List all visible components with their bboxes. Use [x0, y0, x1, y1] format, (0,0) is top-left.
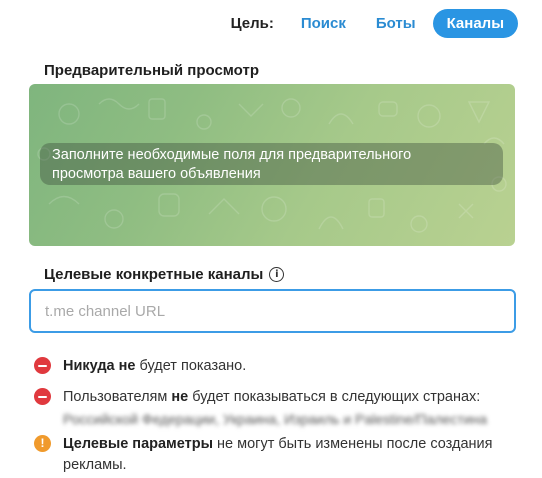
notice-body: Пользователям не будет показываться в сл… [63, 387, 487, 427]
notice-text: Целевые параметры не могут быть изменены… [63, 436, 493, 473]
notice-excluded-countries: Пользователям не будет показываться в сл… [34, 387, 522, 427]
target-option-bots[interactable]: Боты [363, 9, 429, 38]
excluded-countries-list: Российской Федерации, Украина, Израиль и… [63, 411, 488, 427]
notice-text: Пользователям не будет показываться в сл… [63, 389, 481, 405]
notice-text: Никуда не будет показано. [63, 358, 247, 374]
notice-nowhere-shown: Никуда не будет показано. [34, 356, 522, 377]
minus-circle-icon [34, 388, 51, 405]
minus-circle-icon [34, 357, 51, 374]
channels-section-title: Целевые конкретные каналы i [44, 266, 285, 283]
preview-message-line-1: Заполните необходимые поля для предварит… [52, 147, 412, 163]
targeting-segmented-control: Цель: Поиск Боты Каналы [231, 8, 518, 38]
ad-preview-panel: Заполните необходимые поля для предварит… [29, 84, 515, 246]
exclamation-circle-icon: ! [34, 435, 51, 452]
target-option-channels[interactable]: Каналы [432, 8, 518, 38]
channels-title-text: Целевые конкретные каналы [44, 266, 264, 283]
preview-title: Предварительный просмотр [44, 62, 259, 79]
target-option-search[interactable]: Поиск [288, 9, 359, 38]
preview-placeholder-message: Заполните необходимые поля для предварит… [40, 143, 503, 185]
preview-message-line-2: просмотра вашего объявления [52, 166, 261, 182]
channel-url-input[interactable] [29, 289, 516, 333]
info-icon[interactable]: i [269, 267, 285, 282]
targeting-label: Цель: [230, 14, 274, 32]
notice-targeting-locked: ! Целевые параметры не могут быть измене… [34, 434, 522, 476]
